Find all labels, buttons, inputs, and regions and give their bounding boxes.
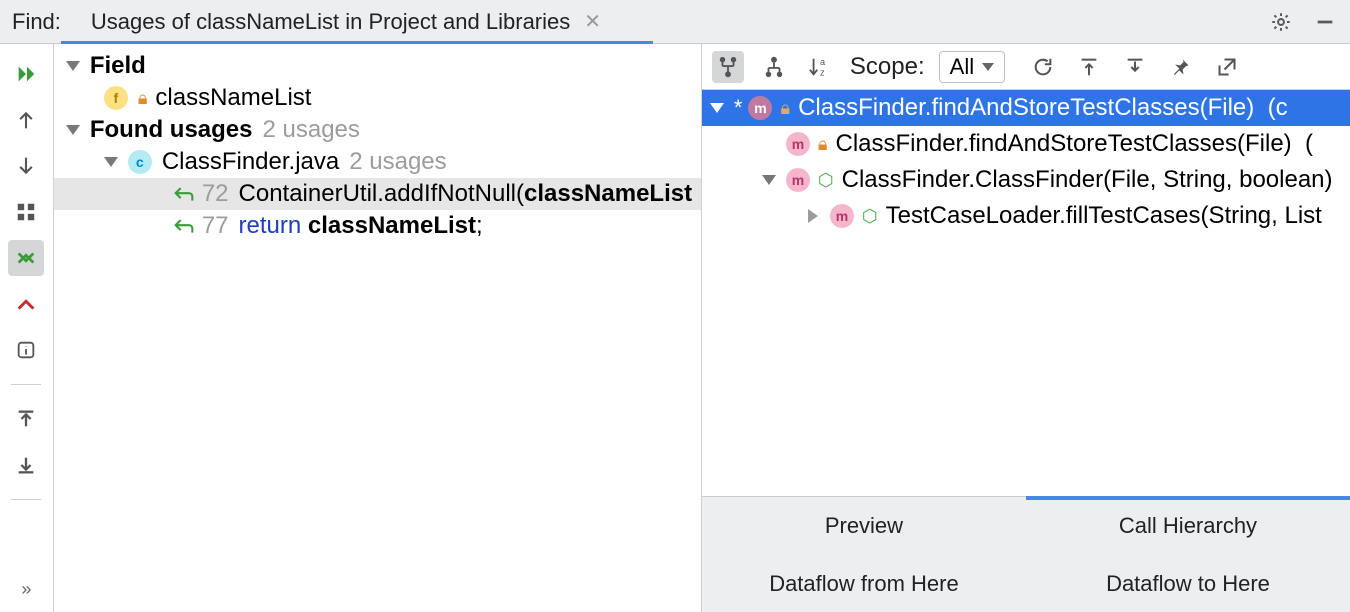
method-icon: m bbox=[786, 132, 810, 156]
more-button[interactable]: » bbox=[21, 579, 31, 600]
hierarchy-row[interactable]: * m 🔒︎ ClassFinder.findAndStoreTestClass… bbox=[702, 90, 1350, 126]
autoscroll-to-source-button[interactable] bbox=[1073, 51, 1105, 83]
lock-icon: 🔒︎ bbox=[780, 98, 790, 119]
lock-icon: 🔒︎ bbox=[818, 134, 828, 155]
close-icon[interactable]: ✕ bbox=[584, 9, 601, 34]
tree-usage-row[interactable]: 77 return classNameList; bbox=[54, 210, 701, 242]
rerun-button[interactable] bbox=[8, 56, 44, 92]
tab-preview[interactable]: Preview bbox=[702, 497, 1026, 555]
find-tab-active[interactable]: Usages of classNameList in Project and L… bbox=[85, 0, 607, 43]
tab-active-indicator bbox=[1026, 496, 1350, 500]
chevron-right-icon bbox=[808, 209, 818, 223]
info-button[interactable] bbox=[8, 332, 44, 368]
open-in-new-button[interactable] bbox=[1211, 51, 1243, 83]
method-icon: m bbox=[748, 96, 772, 120]
hierarchy-row[interactable]: m ⬡ TestCaseLoader.fillTestCases(String,… bbox=[702, 198, 1350, 234]
hierarchy-row[interactable]: m ⬡ ClassFinder.ClassFinder(File, String… bbox=[702, 162, 1350, 198]
pin-button[interactable] bbox=[1165, 51, 1197, 83]
bottom-tab-bar: Preview Call Hierarchy Dataflow from Her… bbox=[702, 496, 1350, 612]
next-button[interactable] bbox=[8, 148, 44, 184]
method-icon: m bbox=[830, 204, 854, 228]
right-panel: az Scope: All * m 🔒︎ ClassFinder.find bbox=[702, 44, 1350, 612]
tree-field-heading[interactable]: Field bbox=[54, 50, 701, 82]
left-gutter: » bbox=[0, 44, 54, 612]
public-icon: ⬡ bbox=[818, 170, 834, 191]
import-highlight-button[interactable] bbox=[8, 240, 44, 276]
chevron-down-icon bbox=[762, 175, 776, 185]
caller-hierarchy-button[interactable] bbox=[758, 51, 790, 83]
find-tab-title: Usages of classNameList in Project and L… bbox=[91, 9, 570, 35]
tab-dataflow-to[interactable]: Dataflow to Here bbox=[1026, 555, 1350, 612]
tab-call-hierarchy[interactable]: Call Hierarchy bbox=[1026, 497, 1350, 555]
svg-text:z: z bbox=[820, 67, 825, 77]
scope-label: Scope: bbox=[850, 53, 925, 81]
return-arrow-icon bbox=[174, 217, 194, 235]
scope-select[interactable]: All bbox=[939, 51, 1005, 83]
minimize-icon[interactable] bbox=[1314, 11, 1336, 33]
collapse-all-button[interactable] bbox=[8, 447, 44, 483]
chevron-down-icon bbox=[710, 103, 724, 113]
call-hierarchy-tree: * m 🔒︎ ClassFinder.findAndStoreTestClass… bbox=[702, 90, 1350, 496]
modified-icon: * bbox=[734, 95, 743, 121]
svg-text:a: a bbox=[820, 57, 826, 67]
method-icon: m bbox=[786, 168, 810, 192]
tree-field-name[interactable]: f🔒︎classNameList bbox=[54, 82, 701, 114]
expand-all-button[interactable] bbox=[8, 401, 44, 437]
lock-icon: 🔒︎ bbox=[138, 88, 148, 109]
tab-dataflow-from[interactable]: Dataflow from Here bbox=[702, 555, 1026, 612]
tree-file-node[interactable]: cClassFinder.java2 usages bbox=[54, 146, 701, 178]
public-icon: ⬡ bbox=[862, 206, 878, 227]
find-label: Find: bbox=[12, 9, 85, 35]
callee-hierarchy-button[interactable] bbox=[712, 51, 744, 83]
gear-icon[interactable] bbox=[1270, 11, 1292, 33]
hierarchy-toolbar: az Scope: All bbox=[702, 44, 1350, 90]
autoscroll-from-source-button[interactable] bbox=[1119, 51, 1151, 83]
tree-found-heading[interactable]: Found usages2 usages bbox=[54, 114, 701, 146]
export-highlight-button[interactable] bbox=[8, 286, 44, 322]
return-arrow-icon bbox=[174, 185, 194, 203]
previous-button[interactable] bbox=[8, 102, 44, 138]
group-button[interactable] bbox=[8, 194, 44, 230]
find-toolbar: Find: Usages of classNameList in Project… bbox=[0, 0, 1350, 44]
usages-tree: Field f🔒︎classNameList Found usages2 usa… bbox=[54, 44, 702, 612]
refresh-button[interactable] bbox=[1027, 51, 1059, 83]
tree-usage-row[interactable]: 72 ContainerUtil.addIfNotNull(classNameL… bbox=[54, 178, 701, 210]
hierarchy-row[interactable]: m 🔒︎ ClassFinder.findAndStoreTestClasses… bbox=[702, 126, 1350, 162]
sort-button[interactable]: az bbox=[804, 51, 836, 83]
chevron-down-icon bbox=[982, 63, 994, 71]
